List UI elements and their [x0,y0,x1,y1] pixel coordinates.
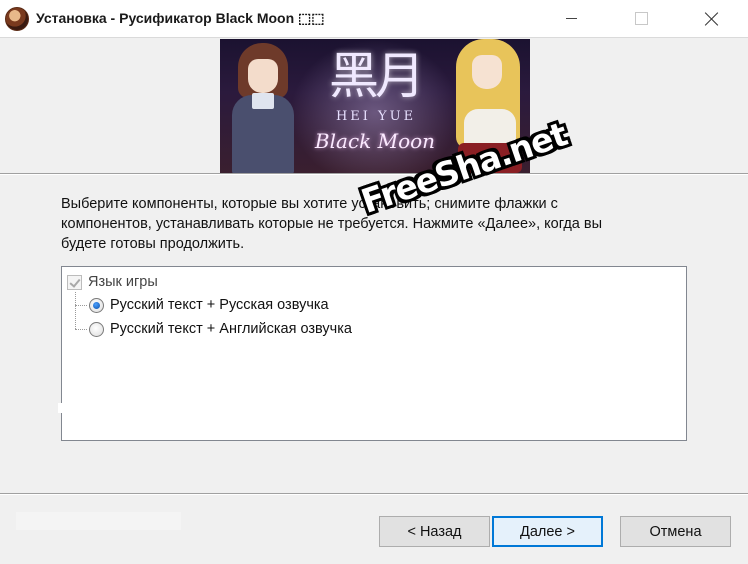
tree-connector [75,329,87,330]
component-option-label: Русский текст + Русская озвучка [110,297,329,313]
artifact-spot [58,403,62,413]
title-bar: Установка - Русификатор Black Moon ⬚⬚ [0,0,748,37]
installer-app-icon [5,7,29,31]
radio-unselected-icon[interactable] [89,321,104,337]
window-title: Установка - Русификатор Black Moon ⬚⬚ [36,10,325,26]
banner-logo-subtitle: HEI YUE [335,109,417,124]
maximize-button[interactable] [618,0,664,37]
component-option-russian-voice[interactable]: Русский текст + Русская озвучка [89,294,329,316]
footer-divider [0,493,748,495]
component-group-game-language[interactable]: Язык игры [67,271,158,293]
group-checkbox-checked-disabled[interactable] [67,274,82,290]
close-icon [705,12,719,26]
footer-brand-area [16,512,181,530]
close-button[interactable] [689,0,735,37]
tree-connector [75,292,76,329]
cancel-button[interactable]: Отмена [620,516,731,547]
component-option-english-voice[interactable]: Русский текст + Английская озвучка [89,318,352,340]
banner-logo-title: Black Moon [314,129,436,153]
header-banner-area: 黑月 HEI YUE Black Moon [0,37,748,173]
component-option-label: Русский текст + Английская озвучка [110,321,352,337]
next-button[interactable]: Далее > [492,516,603,547]
back-button[interactable]: < Назад [379,516,490,547]
tree-connector [75,305,87,306]
instructions-line-3: будете готовы продолжить. [61,236,245,252]
components-list[interactable]: Язык игры Русский текст + Русская озвучк… [61,266,687,441]
character-left-illustration [228,43,298,173]
radio-selected-icon[interactable] [89,297,104,313]
minimize-icon [565,18,577,19]
component-group-label: Язык игры [88,274,158,290]
banner-logo-kanji: 黑月 [329,47,425,105]
maximize-icon [634,12,648,25]
minimize-button[interactable] [548,0,594,37]
